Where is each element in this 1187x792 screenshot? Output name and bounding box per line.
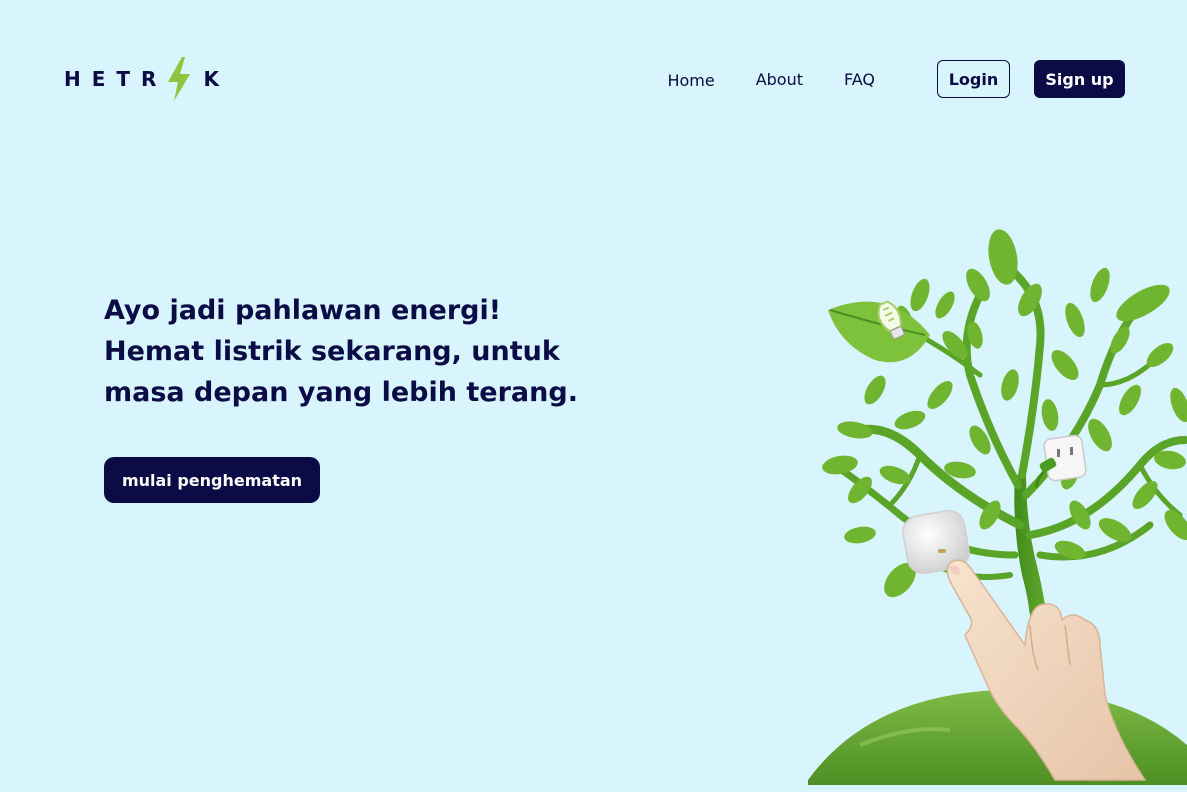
- hero-heading: Ayo jadi pahlawan energi! Hemat listrik …: [104, 290, 624, 413]
- logo-text-left: HETR: [64, 67, 168, 91]
- signup-button[interactable]: Sign up: [1034, 60, 1125, 98]
- logo-text-right: K: [203, 67, 230, 91]
- start-saving-button[interactable]: mulai penghematan: [104, 457, 320, 503]
- logo-text: HETR K: [64, 57, 230, 101]
- hero-line: Hemat listrik sekarang, untuk: [104, 336, 560, 367]
- energy-tree-illustration: [808, 229, 1187, 785]
- hero-line: masa depan yang lebih terang.: [104, 377, 578, 408]
- login-button[interactable]: Login: [937, 60, 1010, 98]
- nav-link-about[interactable]: About: [756, 70, 803, 89]
- lightning-bolt-icon: [168, 57, 191, 101]
- top-nav: Home About FAQ Login Sign up: [667, 60, 1125, 98]
- brand-logo[interactable]: HETR K: [64, 56, 230, 102]
- nav-link-faq[interactable]: FAQ: [844, 70, 875, 89]
- nav-link-home[interactable]: Home: [667, 71, 714, 90]
- hero-line: Ayo jadi pahlawan energi!: [104, 295, 502, 326]
